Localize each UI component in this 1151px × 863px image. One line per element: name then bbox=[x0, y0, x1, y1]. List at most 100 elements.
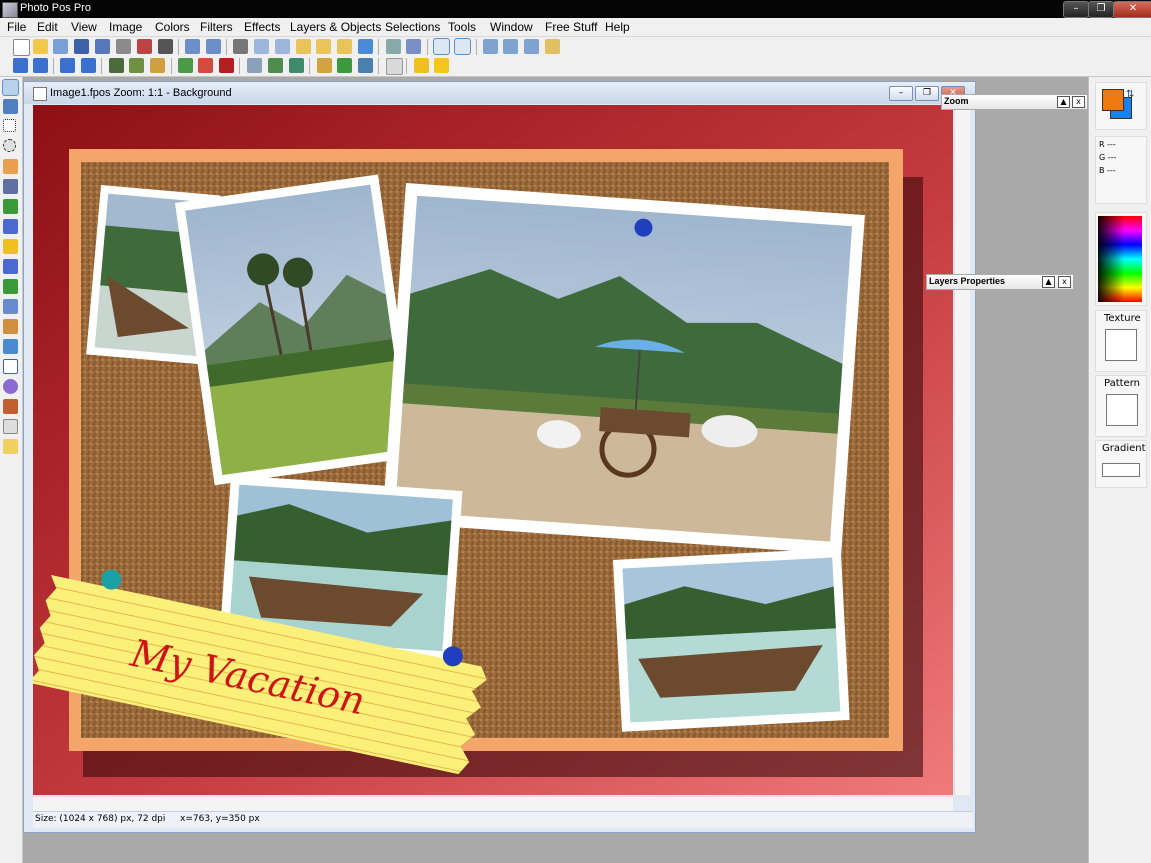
menu-view[interactable]: View bbox=[71, 20, 97, 34]
photo-icon[interactable] bbox=[358, 58, 373, 73]
menu-file[interactable]: File bbox=[7, 20, 26, 34]
hue-saturation-icon[interactable] bbox=[178, 58, 193, 73]
menu-selections[interactable]: Selections bbox=[385, 20, 440, 34]
menu-effects[interactable]: Effects bbox=[244, 20, 280, 34]
down-arrow-icon[interactable] bbox=[289, 58, 304, 73]
sparkle-icon[interactable] bbox=[337, 58, 352, 73]
copy-icon[interactable] bbox=[254, 39, 269, 54]
flip-vertical-icon[interactable] bbox=[81, 58, 96, 73]
ruler-icon[interactable] bbox=[545, 39, 560, 54]
close-button[interactable]: ✕ bbox=[1113, 1, 1151, 18]
smudge-icon[interactable] bbox=[3, 299, 18, 314]
light-tool-icon[interactable] bbox=[3, 439, 18, 454]
screen-capture-icon[interactable] bbox=[358, 39, 373, 54]
effects-icon[interactable] bbox=[219, 58, 234, 73]
rotate-right-icon[interactable] bbox=[33, 58, 48, 73]
picture-frame-icon[interactable] bbox=[317, 58, 332, 73]
doc-minimize-button[interactable]: – bbox=[889, 86, 913, 101]
paste-layer-icon[interactable] bbox=[337, 39, 352, 54]
menu-image[interactable]: Image bbox=[109, 20, 142, 34]
airbrush-icon[interactable] bbox=[3, 239, 18, 254]
pencil-icon[interactable] bbox=[3, 199, 18, 214]
texture-swatch[interactable] bbox=[1105, 329, 1137, 361]
image-size-icon[interactable] bbox=[386, 39, 401, 54]
zoom-pin-icon[interactable]: ▲ bbox=[1057, 96, 1070, 108]
layers-properties-palette[interactable]: Layers Properties ▲ x bbox=[926, 274, 1074, 290]
rect-select-icon[interactable] bbox=[3, 119, 16, 132]
red-eye-icon[interactable] bbox=[198, 58, 213, 73]
move-tool-icon[interactable] bbox=[2, 79, 19, 96]
brightness-icon[interactable] bbox=[129, 58, 144, 73]
eraser-icon[interactable] bbox=[3, 419, 18, 434]
save-icon[interactable] bbox=[74, 39, 89, 54]
horizontal-scrollbar[interactable] bbox=[33, 796, 953, 811]
gradient-swatch[interactable] bbox=[1102, 463, 1140, 477]
gradient-tool-icon[interactable] bbox=[3, 399, 18, 414]
color-spectrum[interactable] bbox=[1098, 216, 1142, 302]
auto-levels-icon[interactable] bbox=[109, 58, 124, 73]
zoom-tool-icon[interactable] bbox=[3, 99, 18, 114]
menu-filters[interactable]: Filters bbox=[200, 20, 233, 34]
zoom-close-icon[interactable]: x bbox=[1072, 96, 1085, 108]
magic-wand-icon[interactable] bbox=[433, 38, 450, 55]
zoom-palette[interactable]: Zoom ▲ x bbox=[941, 94, 1088, 110]
copy-merged-icon[interactable] bbox=[275, 39, 290, 54]
menu-free-stuff[interactable]: Free Stuff bbox=[545, 20, 597, 34]
print-icon[interactable] bbox=[116, 39, 131, 54]
select-tool-icon[interactable] bbox=[454, 38, 471, 55]
diamond-icon[interactable] bbox=[386, 58, 403, 75]
layers-icon[interactable] bbox=[483, 39, 498, 54]
lasso-icon[interactable] bbox=[3, 139, 16, 152]
zoom-palette-title: Zoom bbox=[944, 96, 969, 106]
menu-layers-objects[interactable]: Layers & Objects bbox=[290, 20, 381, 34]
canvas-size-icon[interactable] bbox=[406, 39, 421, 54]
star-icon[interactable] bbox=[434, 58, 449, 73]
new-file-icon[interactable] bbox=[13, 39, 30, 56]
retouch-icon[interactable] bbox=[3, 279, 18, 294]
cut-icon[interactable] bbox=[233, 39, 248, 54]
menu-tools[interactable]: Tools bbox=[448, 20, 476, 34]
redo-icon[interactable] bbox=[206, 39, 221, 54]
color-swatches: ⇅ bbox=[1095, 82, 1147, 130]
maximize-button[interactable]: ❐ bbox=[1088, 1, 1114, 18]
brush-icon[interactable] bbox=[3, 219, 18, 234]
minimize-button[interactable]: – bbox=[1063, 1, 1089, 18]
layers-close-icon[interactable]: x bbox=[1058, 276, 1071, 288]
text-tool-icon[interactable] bbox=[3, 359, 18, 374]
menu-colors[interactable]: Colors bbox=[155, 20, 190, 34]
undo-icon[interactable] bbox=[185, 39, 200, 54]
scan-icon[interactable] bbox=[137, 39, 152, 54]
swap-colors-icon[interactable]: ⇅ bbox=[1126, 89, 1134, 100]
menu-window[interactable]: Window bbox=[490, 20, 533, 34]
save-all-icon[interactable] bbox=[95, 39, 110, 54]
layers-pin-icon[interactable]: ▲ bbox=[1042, 276, 1055, 288]
menu-help[interactable]: Help bbox=[605, 20, 630, 34]
grid-icon[interactable] bbox=[53, 39, 68, 54]
window-icon[interactable] bbox=[524, 39, 539, 54]
doc-maximize-button[interactable]: ❐ bbox=[915, 86, 939, 101]
fill-icon[interactable] bbox=[3, 339, 18, 354]
menu-edit[interactable]: Edit bbox=[37, 20, 58, 34]
clone-icon[interactable] bbox=[3, 259, 18, 274]
objects-icon[interactable] bbox=[503, 39, 518, 54]
lightning-icon[interactable] bbox=[414, 58, 429, 73]
foreground-color-swatch[interactable] bbox=[1102, 89, 1124, 111]
crop-icon[interactable] bbox=[3, 179, 18, 194]
open-folder-icon[interactable] bbox=[33, 39, 48, 54]
shape-tool-icon[interactable] bbox=[3, 379, 18, 394]
paste-new-icon[interactable] bbox=[316, 39, 331, 54]
paste-icon[interactable] bbox=[296, 39, 311, 54]
color-b-value: B --- bbox=[1099, 166, 1116, 175]
image-canvas[interactable]: My Vacation bbox=[33, 105, 953, 795]
rotate-left-icon[interactable] bbox=[13, 58, 28, 73]
wand-icon[interactable] bbox=[3, 159, 18, 174]
pattern-swatch[interactable] bbox=[1106, 394, 1138, 426]
frame-icon[interactable] bbox=[247, 58, 262, 73]
vertical-scrollbar[interactable] bbox=[954, 105, 970, 795]
toolbar-separator bbox=[406, 58, 407, 74]
flip-horizontal-icon[interactable] bbox=[60, 58, 75, 73]
dropper-icon[interactable] bbox=[3, 319, 18, 334]
color-balance-icon[interactable] bbox=[150, 58, 165, 73]
camera-icon[interactable] bbox=[158, 39, 173, 54]
landscape-icon[interactable] bbox=[268, 58, 283, 73]
